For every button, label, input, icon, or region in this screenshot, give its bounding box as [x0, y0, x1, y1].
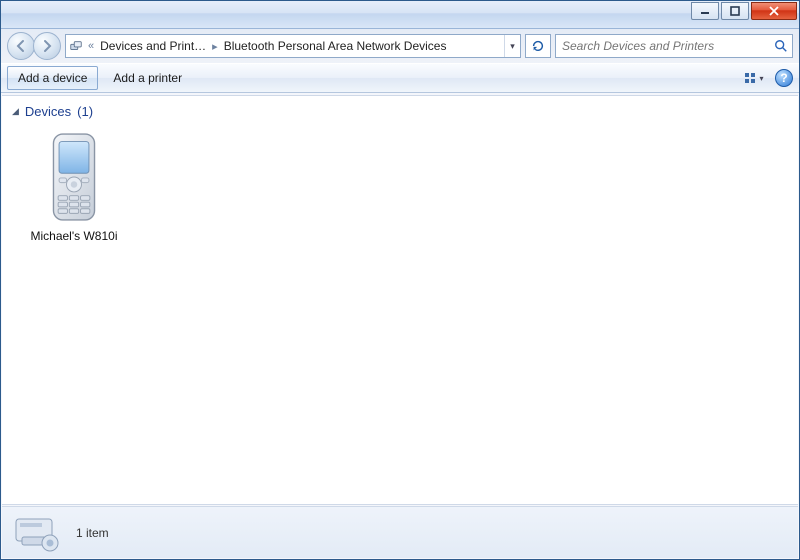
address-bar[interactable]: « Devices and Print… ▸ Bluetooth Persona…: [65, 34, 521, 58]
view-options-button[interactable]: [743, 68, 765, 88]
address-dropdown[interactable]: ▾: [504, 35, 520, 57]
refresh-button[interactable]: [525, 34, 551, 58]
search-input[interactable]: [556, 39, 770, 53]
device-grid: Michael's W810i: [12, 123, 788, 249]
phone-icon: [38, 129, 110, 225]
chevron-left-icon: «: [86, 40, 96, 52]
details-pane: 1 item: [2, 506, 798, 558]
group-header-devices[interactable]: ◢ Devices (1): [12, 100, 788, 123]
search-box[interactable]: [555, 34, 793, 58]
content-area: ◢ Devices (1): [2, 95, 798, 505]
explorer-window: « Devices and Print… ▸ Bluetooth Persona…: [0, 0, 800, 560]
group-count: (1): [77, 104, 93, 119]
location-icon: [66, 39, 86, 53]
command-bar: Add a device Add a printer ?: [1, 63, 799, 93]
chevron-right-icon: ▸: [210, 40, 220, 53]
maximize-button[interactable]: [721, 2, 749, 20]
device-item[interactable]: Michael's W810i: [18, 129, 130, 243]
group-label: Devices: [25, 104, 71, 119]
breadcrumb-segment-1[interactable]: Devices and Print…: [96, 35, 210, 57]
breadcrumb-segment-2[interactable]: Bluetooth Personal Area Network Devices: [220, 35, 451, 57]
forward-button[interactable]: [33, 32, 61, 60]
titlebar: [1, 1, 799, 29]
collapse-triangle-icon: ◢: [12, 106, 19, 117]
device-label: Michael's W810i: [18, 229, 130, 243]
minimize-button[interactable]: [691, 2, 719, 20]
help-button[interactable]: ?: [775, 69, 793, 87]
back-button[interactable]: [7, 32, 35, 60]
add-device-button[interactable]: Add a device: [7, 66, 98, 90]
nav-row: « Devices and Print… ▸ Bluetooth Persona…: [1, 29, 799, 63]
details-category-icon: [12, 513, 64, 553]
nav-buttons: [7, 32, 61, 60]
search-icon[interactable]: [770, 39, 792, 53]
details-summary: 1 item: [76, 526, 109, 540]
add-printer-button[interactable]: Add a printer: [102, 66, 193, 90]
close-button[interactable]: [751, 2, 797, 20]
